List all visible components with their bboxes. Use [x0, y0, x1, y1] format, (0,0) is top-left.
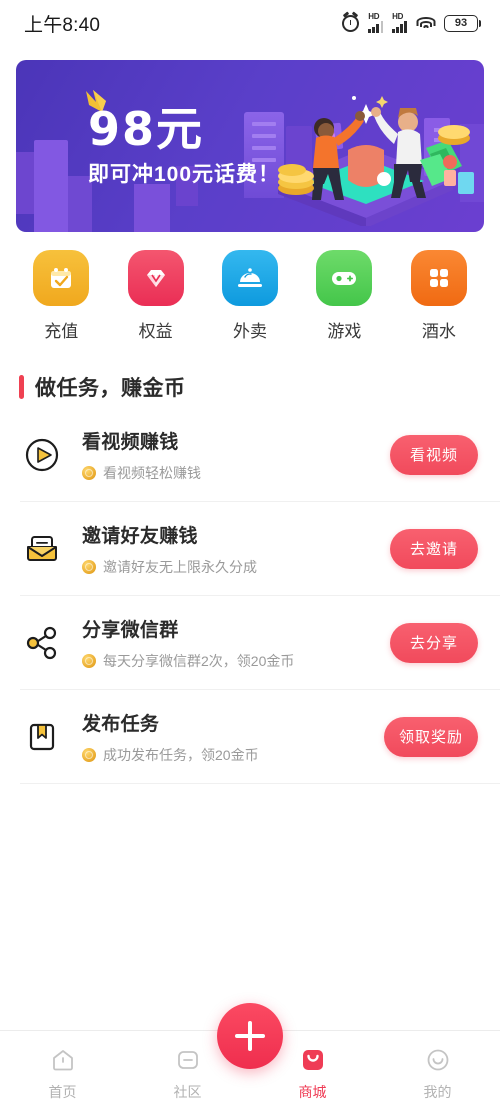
task-subtitle-row: 成功发布任务，领20金币 [82, 745, 384, 765]
grid-four-icon [410, 250, 467, 306]
signal-2-icon: HD [392, 13, 407, 33]
category-label: 权益 [138, 322, 173, 341]
status-bar: 上午8:40 HD HD 93 [0, 0, 500, 46]
category-item-takeout[interactable]: 外卖 [203, 250, 297, 342]
coin-icon [82, 559, 96, 574]
add-button[interactable] [217, 1003, 283, 1069]
envelope-icon [20, 527, 64, 571]
category-item-games[interactable]: 游戏 [297, 250, 391, 342]
task-action-button[interactable]: 去分享 [390, 622, 478, 663]
community-icon [174, 1047, 201, 1074]
profile-smile-icon [424, 1047, 451, 1074]
task-text: 发布任务 成功发布任务，领20金币 [82, 709, 384, 765]
signal-1-icon: HD [368, 12, 384, 33]
task-subtitle-row: 每天分享微信群2次，领20金币 [82, 651, 390, 671]
bottom-navigation: 首页 社区 商城 我的 [0, 1003, 500, 1111]
tab-label: 社区 [173, 1083, 202, 1100]
task-subtitle: 邀请好友无上限永久分成 [103, 558, 257, 575]
task-row[interactable]: 分享微信群 每天分享微信群2次，领20金币 去分享 [20, 596, 500, 690]
tab-home[interactable]: 首页 [0, 1031, 125, 1111]
coin-icon [82, 747, 96, 762]
coin-icon [82, 653, 96, 668]
alarm-clock-icon [342, 14, 360, 32]
task-row[interactable]: 发布任务 成功发布任务，领20金币 领取奖励 [20, 690, 500, 784]
hd-label-2: HD [392, 12, 404, 21]
task-title: 邀请好友赚钱 [82, 525, 198, 547]
category-label: 酒水 [421, 322, 456, 341]
banner-building [34, 140, 68, 232]
recharge-calendar-icon [33, 250, 90, 306]
category-item-recharge[interactable]: 充值 [14, 250, 108, 342]
task-text: 看视频赚钱 看视频轻松赚钱 [82, 427, 390, 483]
task-text: 分享微信群 每天分享微信群2次，领20金币 [82, 615, 390, 671]
task-row[interactable]: 看视频赚钱 看视频轻松赚钱 看视频 [20, 408, 500, 502]
battery-icon: 93 [444, 14, 481, 32]
tab-label: 我的 [423, 1083, 452, 1100]
task-title: 看视频赚钱 [82, 431, 179, 453]
status-icons: HD HD 93 [342, 12, 481, 33]
category-row: 充值 权益 外卖 游戏 酒水 [0, 250, 500, 342]
tab-label: 首页 [48, 1083, 77, 1100]
task-subtitle: 成功发布任务，领20金币 [103, 746, 259, 763]
category-item-benefits[interactable]: 权益 [108, 250, 202, 342]
wifi-icon [416, 16, 435, 30]
promo-banner[interactable]: 98元 即可冲100元话费！ [16, 60, 484, 232]
category-label: 充值 [44, 322, 79, 341]
task-title: 分享微信群 [82, 619, 179, 641]
bookmark-book-icon [20, 715, 64, 759]
task-action-button[interactable]: 去邀请 [390, 528, 478, 569]
battery-level: 93 [454, 17, 468, 29]
task-action-button[interactable]: 领取奖励 [383, 716, 478, 757]
task-row[interactable]: 邀请好友赚钱 邀请好友无上限永久分成 去邀请 [20, 502, 500, 596]
status-time: 上午8:40 [24, 14, 101, 36]
task-list: 看视频赚钱 看视频轻松赚钱 看视频 邀请好友赚钱 邀请好友无上限永久分成 去邀请… [0, 408, 500, 784]
app-screen: 上午8:40 HD HD 93 98元 即可冲100元话费！ 充值 权益 外卖 … [0, 0, 500, 1111]
task-subtitle: 看视频轻松赚钱 [103, 464, 201, 481]
food-cloche-icon [222, 250, 279, 306]
category-label: 外卖 [233, 322, 268, 341]
play-circle-icon [20, 433, 64, 477]
tab-label: 商城 [298, 1083, 327, 1100]
task-text: 邀请好友赚钱 邀请好友无上限永久分成 [82, 521, 390, 577]
category-item-drinks[interactable]: 酒水 [392, 250, 486, 342]
category-label: 游戏 [327, 322, 362, 341]
task-action-button[interactable]: 看视频 [390, 434, 478, 475]
task-subtitle-row: 看视频轻松赚钱 [82, 463, 390, 483]
banner-illustration [278, 96, 474, 226]
banner-building [134, 184, 170, 232]
gamepad-icon [316, 250, 373, 306]
shop-bag-icon [299, 1047, 326, 1074]
coin-icon [82, 465, 96, 480]
task-title: 发布任务 [82, 713, 160, 735]
tab-profile[interactable]: 我的 [375, 1031, 500, 1111]
task-subtitle: 每天分享微信群2次，领20金币 [103, 652, 295, 669]
home-icon [49, 1047, 76, 1074]
hd-label-1: HD [368, 12, 380, 21]
section-header: 做任务，赚金币 [0, 372, 500, 402]
section-title: 做任务，赚金币 [35, 377, 186, 400]
section-accent-bar [19, 375, 24, 399]
share-nodes-icon [20, 621, 64, 665]
task-subtitle-row: 邀请好友无上限永久分成 [82, 557, 390, 577]
diamond-icon [127, 250, 184, 306]
